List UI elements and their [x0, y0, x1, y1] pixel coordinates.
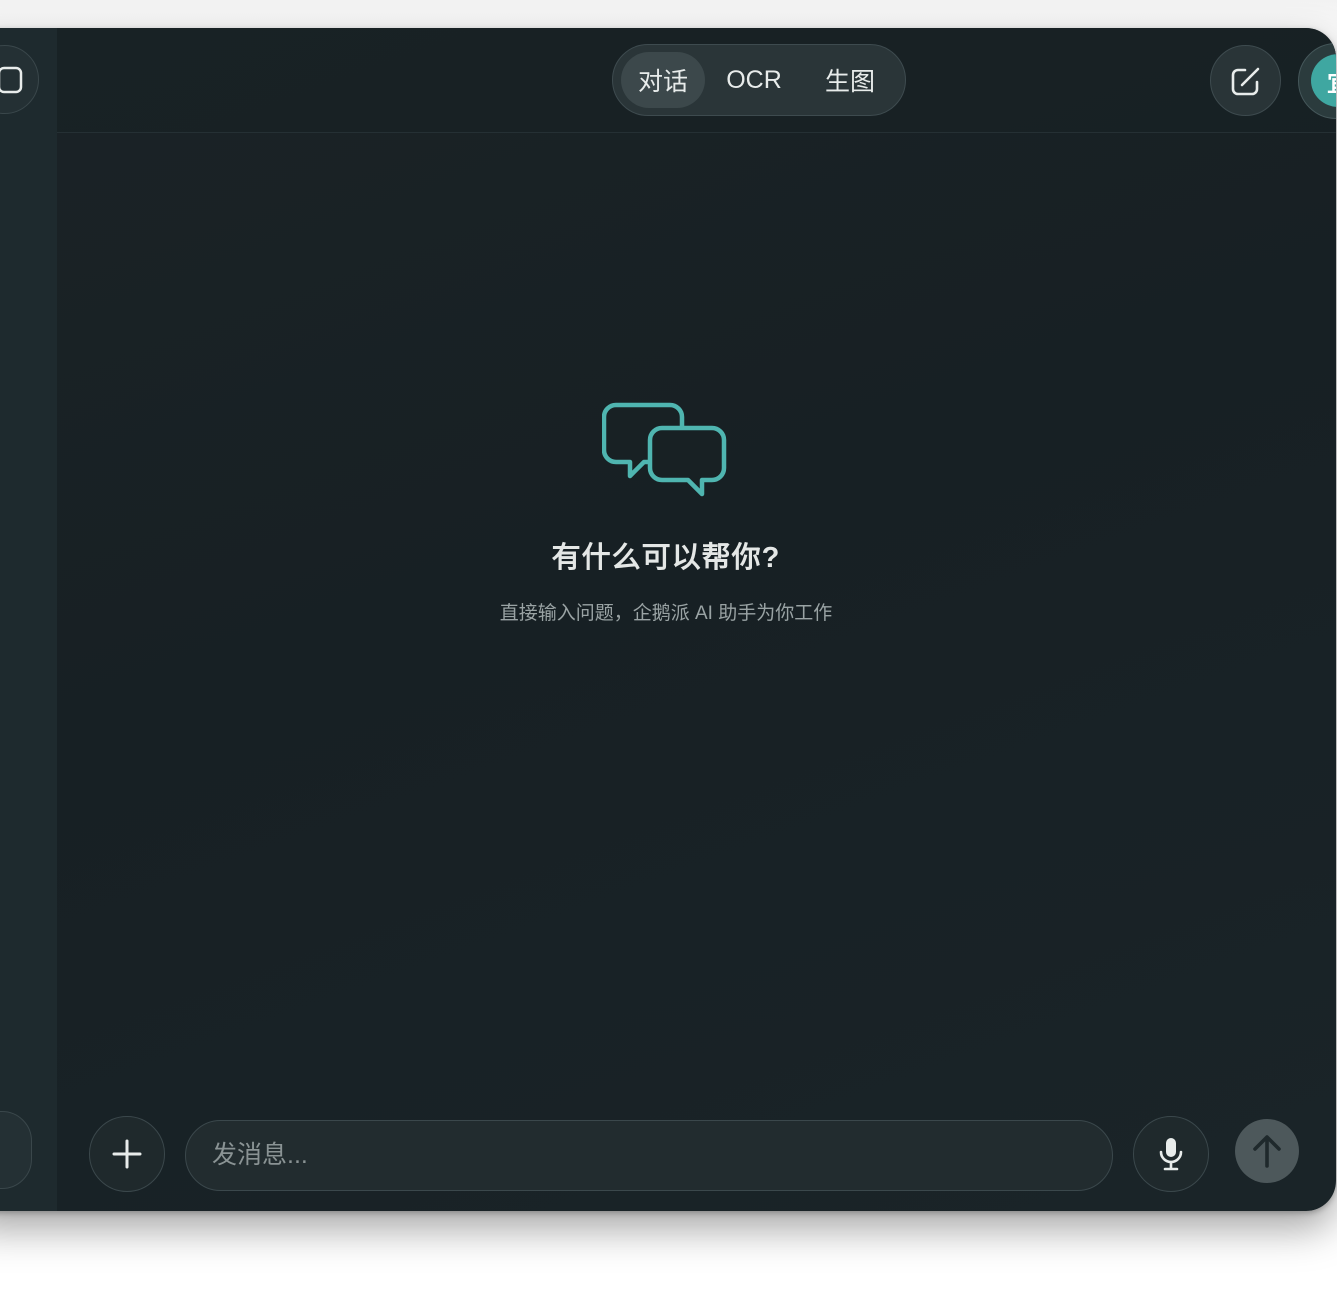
plus-icon: [112, 1139, 142, 1169]
sidebar: [0, 28, 57, 1211]
send-button[interactable]: [1235, 1119, 1299, 1183]
arrow-up-icon: [1253, 1135, 1281, 1168]
avatar-initial: 宜: [1311, 54, 1336, 107]
tab-chat[interactable]: 对话: [621, 52, 705, 108]
top-bar: 对话 OCR 生图 宜: [57, 28, 1336, 133]
edit-icon: [1231, 67, 1260, 96]
empty-state-subtitle: 直接输入问题，企鹅派 AI 助手为你工作: [499, 603, 833, 624]
voice-input-button[interactable]: [1133, 1116, 1209, 1192]
empty-state-title: 有什么可以帮你?: [551, 542, 781, 574]
sidebar-toggle-icon: [0, 66, 23, 94]
chat-bubbles-icon: [602, 402, 727, 497]
add-attachment-button[interactable]: [89, 1116, 165, 1192]
mode-switch: 对话 OCR 生图: [612, 44, 906, 116]
new-chat-button[interactable]: [1210, 45, 1281, 116]
avatar[interactable]: 宜: [1298, 43, 1336, 119]
page: 对话 OCR 生图 宜 有什么可以帮你? 直接输入问题，企鹅派 AI 助手为你工…: [0, 0, 1337, 1314]
message-input[interactable]: [185, 1120, 1113, 1191]
tab-image-generation[interactable]: 生图: [803, 52, 897, 108]
tab-ocr[interactable]: OCR: [705, 52, 803, 108]
microphone-icon: [1159, 1138, 1183, 1171]
app-window: 对话 OCR 生图 宜 有什么可以帮你? 直接输入问题，企鹅派 AI 助手为你工…: [0, 28, 1336, 1211]
sidebar-toggle-button[interactable]: [0, 45, 39, 114]
composer: [0, 1113, 1336, 1193]
